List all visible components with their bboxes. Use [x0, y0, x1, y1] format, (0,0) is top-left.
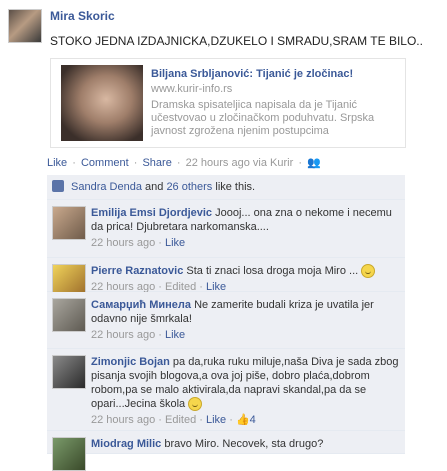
comment: Самарџић Минела Ne zamerite budali kriza… [47, 292, 405, 349]
comment-text: Sta ti znaci losa droga moja Miro ... [186, 265, 359, 277]
comment-body: Emilija Emsi Djordjevic Joooj... ona zna… [91, 206, 401, 250]
separator-dot: · [298, 157, 302, 169]
smiley-emoticon-icon [188, 397, 203, 412]
edited-label[interactable]: Edited [165, 414, 196, 426]
comment-like-link[interactable]: Like [165, 237, 185, 249]
comment-like-link[interactable]: Like [206, 414, 226, 426]
comment-timestamp[interactable]: 22 hours ago [91, 329, 155, 341]
like-count-value: 4 [249, 414, 256, 427]
comment-body: Pierre Raznatovic Sta ti znaci losa drog… [91, 264, 401, 294]
thumbs-up-icon [52, 180, 64, 192]
comment: Pierre Raznatovic Sta ti znaci losa drog… [47, 258, 405, 298]
comment-body: Zimonjic Bojan pa da,ruka ruku miluje,na… [91, 355, 401, 427]
commenter-avatar[interactable] [52, 355, 86, 389]
link-description: Dramska spisateljica napisala da je Tija… [151, 99, 375, 137]
post-action-bar: Like · Comment · Share · 22 hours ago vi… [47, 156, 323, 169]
share-link[interactable]: Share [142, 157, 171, 169]
commenter-name[interactable]: Miodrag Milic [91, 438, 161, 450]
likes-text: Sandra Denda and 26 others like this. [71, 181, 255, 193]
link-domain: www.kurir-info.rs [151, 83, 233, 95]
commenter-name[interactable]: Zimonjic Bojan [91, 356, 170, 368]
commenter-avatar[interactable] [52, 206, 86, 240]
comment-like-count[interactable]: 👍4 [236, 414, 256, 426]
likes-suffix: like this. [215, 181, 256, 193]
comment-text: bravo Miro. Necovek, sta drugo? [164, 438, 324, 450]
comment: Emilija Emsi Djordjevic Joooj... ona zna… [47, 200, 405, 258]
comment-timestamp[interactable]: 22 hours ago [91, 237, 155, 249]
author-name[interactable]: Mira Skoric [50, 9, 115, 23]
comment-meta: 22 hours ago · Like [91, 237, 186, 249]
comment-body: Miodrag Milic bravo Miro. Necovek, sta d… [91, 437, 401, 451]
post: Mira Skoric STOKO JEDNA IZDAJNICKA,DZUKE… [0, 0, 447, 471]
like-link[interactable]: Like [47, 157, 67, 169]
likes-others[interactable]: 26 others [166, 181, 212, 193]
comment-timestamp[interactable]: 22 hours ago [91, 414, 155, 426]
separator-dot: · [176, 157, 181, 169]
link-thumbnail[interactable] [61, 65, 143, 141]
liker-name[interactable]: Sandra Denda [71, 181, 142, 193]
separator-dot: · [72, 157, 76, 169]
commenter-name[interactable]: Emilija Emsi Djordjevic [91, 207, 212, 219]
author-avatar[interactable] [8, 9, 42, 43]
comment-link[interactable]: Comment [81, 157, 129, 169]
comment-body: Самарџић Минела Ne zamerite budali kriza… [91, 298, 401, 342]
commenter-name[interactable]: Pierre Raznatovic [91, 265, 183, 277]
link-preview-card[interactable]: Biljana Srbljanović: Tijanić je zločinac… [50, 58, 406, 148]
comment-like-link[interactable]: Like [165, 329, 185, 341]
commenter-avatar[interactable] [52, 298, 86, 332]
commenter-avatar[interactable] [52, 437, 86, 471]
comment: Zimonjic Bojan pa da,ruka ruku miluje,na… [47, 349, 405, 431]
comment-meta: 22 hours ago · Edited · Like · 👍4 [91, 414, 256, 427]
separator-dot: · [133, 157, 138, 169]
comment: Miodrag Milic bravo Miro. Necovek, sta d… [47, 431, 405, 471]
likes-summary: Sandra Denda and 26 others like this. [47, 175, 405, 200]
smiley-emoticon-icon [361, 264, 376, 279]
post-text: STOKO JEDNA IZDAJNICKA,DZUKELO I SMRADU,… [50, 34, 423, 48]
commenter-name[interactable]: Самарџић Минела [91, 299, 191, 311]
friends-icon: 👥 [307, 157, 321, 169]
likes-and: and [145, 181, 164, 193]
comment-meta: 22 hours ago · Like [91, 329, 186, 341]
link-title[interactable]: Biljana Srbljanović: Tijanić je zločinac… [151, 68, 353, 80]
post-timestamp[interactable]: 22 hours ago via Kurir [186, 157, 294, 169]
